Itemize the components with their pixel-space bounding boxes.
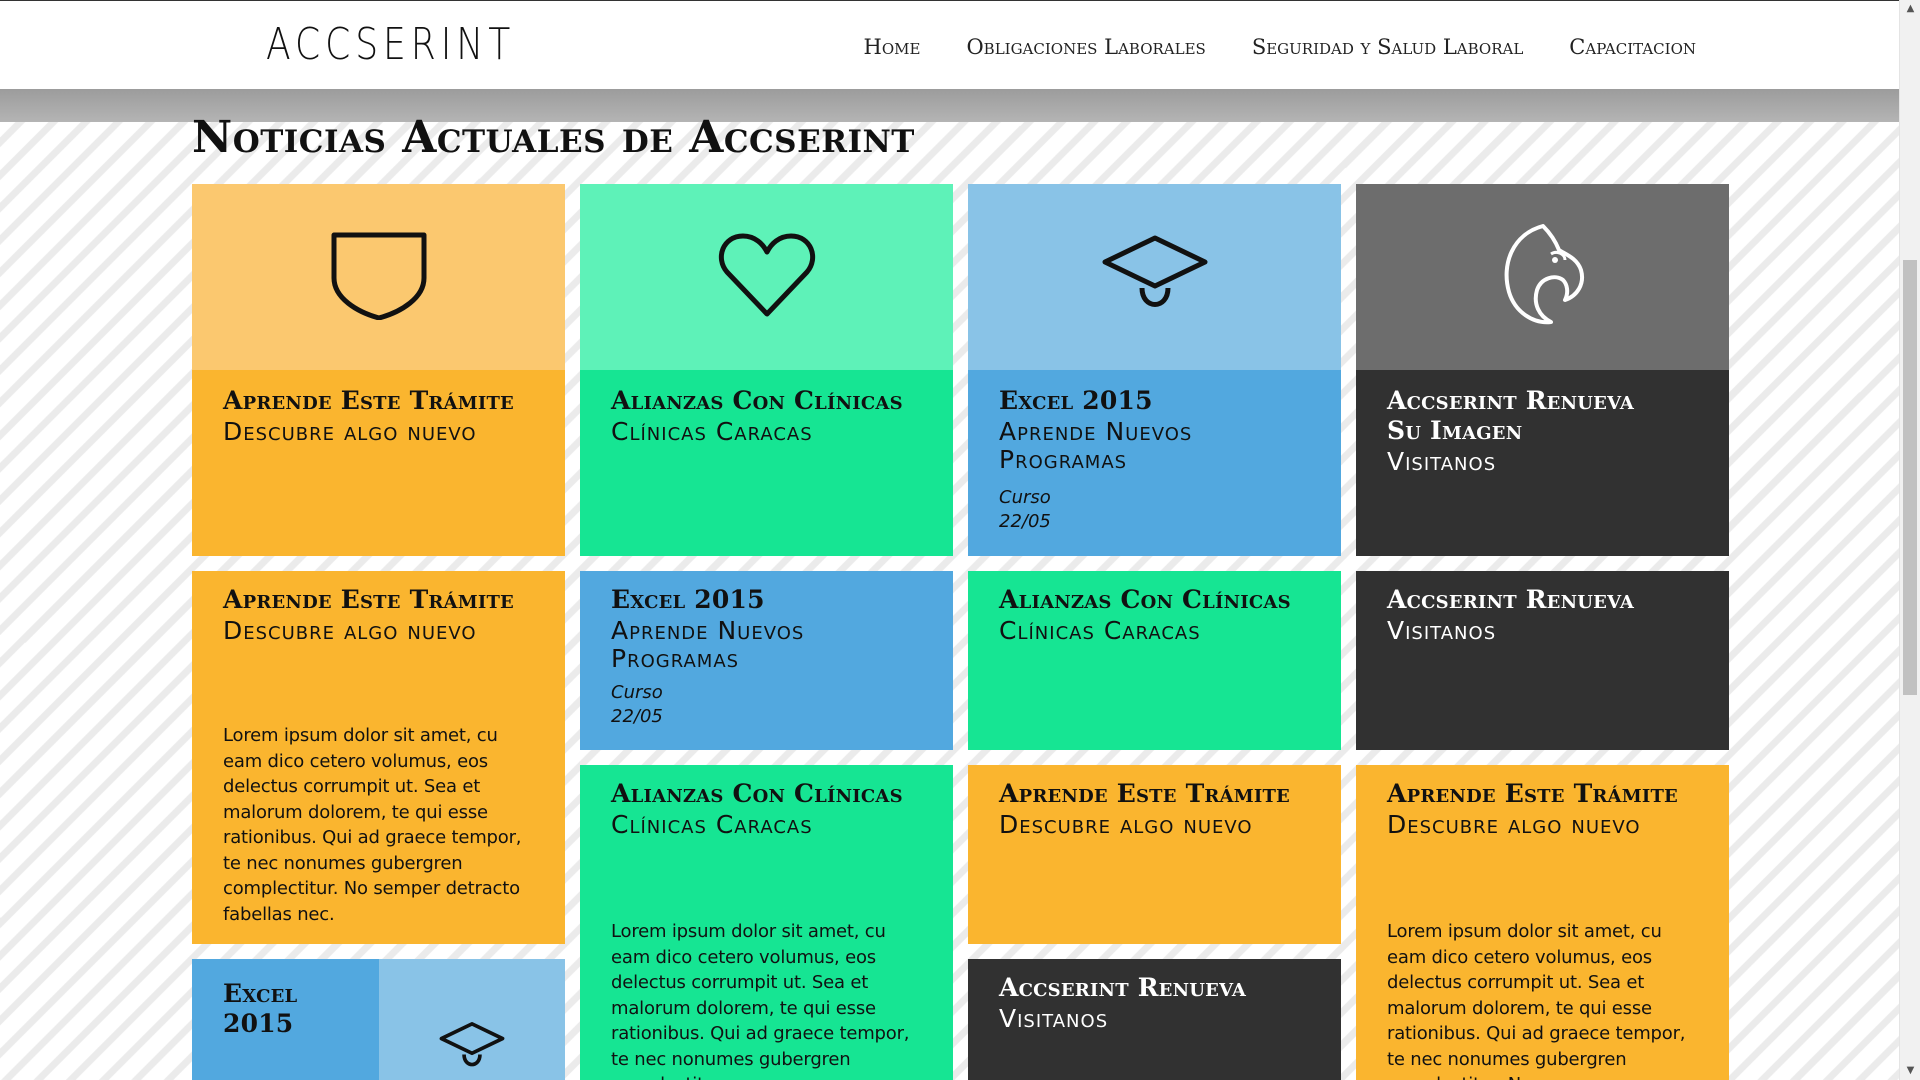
news-tile[interactable]: Alianzas Con Clínicas Clínicas Caracas L…: [580, 765, 953, 1080]
tile-title: Alianzas Con Clínicas: [611, 779, 903, 808]
tile-title: Aprende Este Trámite: [223, 585, 514, 614]
tile-title: Aprende Este Trámite: [999, 779, 1290, 808]
tile-meta-date: 22/05: [999, 511, 1051, 532]
tile-meta: Curso 22/05: [999, 486, 1311, 534]
site-logo[interactable]: ACCSERINT: [266, 19, 515, 70]
graduation-cap-icon: [1100, 230, 1210, 324]
tile-content: Aprende Este Trámite Descubre algo nuevo…: [192, 571, 565, 927]
shield-icon: [329, 230, 429, 324]
tile-content: Alianzas Con Clínicas Clínicas Caracas: [580, 370, 953, 446]
nav-seguridad-salud-laboral[interactable]: Seguridad y Salud Laboral: [1252, 35, 1523, 59]
eagle-icon: [1493, 220, 1593, 334]
heart-icon: [717, 230, 817, 324]
tile-content: Excel 2015 Aprende Nuevos Programas Curs…: [580, 571, 953, 729]
tile-body: Lorem ipsum dolor sit amet, cu eam dico …: [1387, 921, 1686, 1080]
tile-icon-area: [192, 184, 565, 370]
tile-title: Alianzas Con Clínicas: [611, 386, 903, 415]
tile-subtitle: Clínicas Caracas: [611, 810, 813, 839]
tile-content: Accserint Renueva Visitanos: [1356, 571, 1729, 645]
tile-content: Accserint Renueva Su Imagen Visitanos: [1356, 370, 1729, 476]
tile-icon-area: [379, 959, 565, 1080]
tile-title: Accserint Renueva: [999, 973, 1246, 1002]
tile-icon-area: [1356, 184, 1729, 370]
tile-meta-label: Curso: [611, 682, 663, 703]
news-tile[interactable]: Excel 2015 Aprende Nuevos Programas Curs…: [968, 184, 1341, 556]
news-tile[interactable]: Alianzas Con Clínicas Clínicas Caracas: [968, 571, 1341, 750]
nav-obligaciones-laborales[interactable]: Obligaciones Laborales: [966, 35, 1205, 59]
tile-body: Lorem ipsum dolor sit amet, cu eam dico …: [611, 921, 910, 1080]
tile-title: Aprende Este Trámite: [1387, 779, 1678, 808]
tile-content: Excel 2015 Aprende Nuevos Programas Curs…: [968, 370, 1341, 534]
tile-content: Alianzas Con Clínicas Clínicas Caracas L…: [580, 765, 953, 1080]
tile-icon-area: [580, 184, 953, 370]
main-nav: Home Obligaciones Laborales Seguridad y …: [864, 35, 1696, 59]
tile-subtitle: Descubre algo nuevo: [223, 417, 477, 446]
tile-body: Lorem ipsum dolor sit amet, cu eam dico …: [223, 725, 522, 925]
news-tile[interactable]: Excel 2015 Aprende Nuevos Programas Curs…: [580, 571, 953, 750]
scroll-thumb[interactable]: [1903, 260, 1917, 695]
tile-subtitle: Descubre algo nuevo: [1387, 810, 1641, 839]
news-tile[interactable]: Aprende Este Trámite Descubre algo nuevo: [192, 184, 565, 556]
tile-subtitle: Visitanos: [1387, 447, 1497, 476]
tile-content: Alianzas Con Clínicas Clínicas Caracas: [968, 571, 1341, 645]
tile-subtitle: Aprende Nuevos Programas: [611, 616, 805, 673]
tile-content: Aprende Este Trámite Descubre algo nuevo: [192, 370, 565, 446]
news-tile[interactable]: Aprende Este Trámite Descubre algo nuevo: [968, 765, 1341, 944]
news-tile[interactable]: Accserint Renueva Visitanos: [968, 959, 1341, 1080]
nav-home[interactable]: Home: [864, 35, 921, 59]
tile-subtitle: Clínicas Caracas: [611, 417, 813, 446]
tile-meta-date: 22/05: [611, 706, 663, 727]
news-tile[interactable]: Aprende Este Trámite Descubre algo nuevo…: [192, 571, 565, 944]
tile-title: Accserint Renueva Su Imagen: [1387, 386, 1634, 445]
tile-title: Excel 2015: [223, 979, 298, 1038]
news-tile[interactable]: Excel 2015: [192, 959, 565, 1080]
page-scrollbar[interactable]: ▲ ▼: [1899, 0, 1920, 1080]
news-tile[interactable]: Aprende Este Trámite Descubre algo nuevo…: [1356, 765, 1729, 1080]
tile-content: Accserint Renueva Visitanos: [968, 959, 1341, 1033]
news-tile[interactable]: Accserint Renueva Visitanos: [1356, 571, 1729, 750]
tile-meta-label: Curso: [999, 487, 1051, 508]
scroll-down-arrow-icon[interactable]: ▼: [1900, 1062, 1920, 1080]
tile-subtitle: Descubre algo nuevo: [223, 616, 477, 645]
news-tile[interactable]: Alianzas Con Clínicas Clínicas Caracas: [580, 184, 953, 556]
tile-title: Excel 2015: [611, 585, 765, 614]
news-tile[interactable]: Accserint Renueva Su Imagen Visitanos: [1356, 184, 1729, 556]
tile-content: Aprende Este Trámite Descubre algo nuevo: [968, 765, 1341, 839]
tile-content: Excel 2015: [192, 959, 379, 1039]
tile-content: Aprende Este Trámite Descubre algo nuevo…: [1356, 765, 1729, 1080]
page-title: Noticias Actuales de Accserint: [192, 112, 915, 163]
site-header: ACCSERINT Home Obligaciones Laborales Se…: [0, 0, 1899, 89]
tile-title: Excel 2015: [999, 386, 1153, 415]
nav-capacitacion[interactable]: Capacitacion: [1569, 35, 1696, 59]
tile-subtitle: Descubre algo nuevo: [999, 810, 1253, 839]
tile-title: Aprende Este Trámite: [223, 386, 514, 415]
tile-subtitle: Clínicas Caracas: [999, 616, 1201, 645]
tile-meta: Curso 22/05: [611, 681, 923, 729]
tile-title: Accserint Renueva: [1387, 585, 1634, 614]
tile-icon-area: [968, 184, 1341, 370]
tile-subtitle: Visitanos: [999, 1004, 1109, 1033]
graduation-cap-icon: [437, 1019, 507, 1080]
scroll-up-arrow-icon[interactable]: ▲: [1900, 0, 1920, 18]
tile-title: Alianzas Con Clínicas: [999, 585, 1291, 614]
tile-subtitle: Visitanos: [1387, 616, 1497, 645]
tile-subtitle: Aprende Nuevos Programas: [999, 417, 1193, 474]
